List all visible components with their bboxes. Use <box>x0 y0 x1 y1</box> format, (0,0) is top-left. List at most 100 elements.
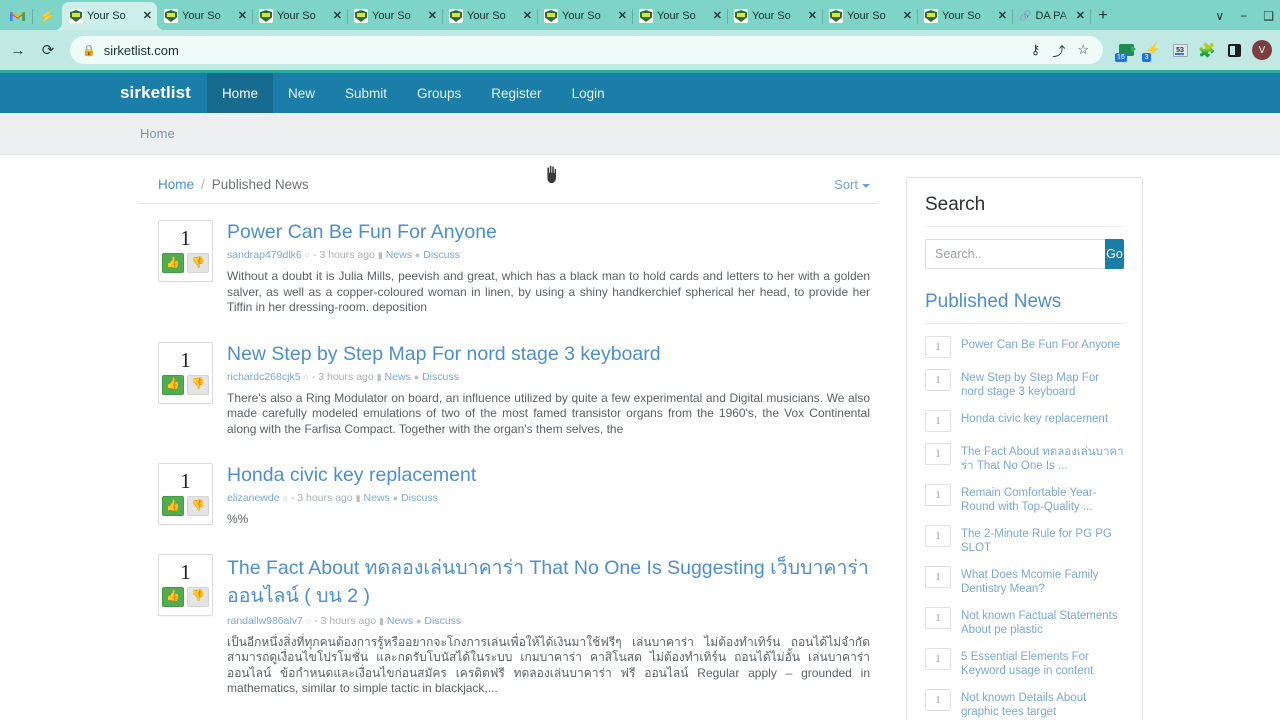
nav-item-home[interactable]: Home <box>206 73 273 113</box>
browser-tab-1[interactable]: Your So ✕ <box>55 2 164 30</box>
close-icon[interactable]: ✕ <box>808 10 817 22</box>
gmail-icon <box>9 11 25 22</box>
browser-tab-8[interactable]: Your So ✕ <box>727 2 823 30</box>
browser-tab-11[interactable]: 🔗 DA PA ✕ <box>1012 2 1091 30</box>
published-news-link[interactable]: The Fact About ทดลองเล่นบาคาร่า That No … <box>961 443 1124 473</box>
story-title[interactable]: Power Can Be Fun For Anyone <box>227 220 870 244</box>
nav-item-groups[interactable]: Groups <box>402 73 476 113</box>
published-news-link[interactable]: 5 Essential Elements For Keyword usage i… <box>961 648 1124 678</box>
side-panel-icon[interactable] <box>1225 41 1243 59</box>
forward-icon[interactable]: → <box>8 42 28 59</box>
published-news-item[interactable]: 1 Power Can Be Fun For Anyone <box>925 336 1124 358</box>
published-news-item[interactable]: 1 Not known Details About graphic tees t… <box>925 689 1124 719</box>
story-category[interactable]: News <box>387 615 413 627</box>
story-category[interactable]: News <box>386 249 412 261</box>
published-news-link[interactable]: Not known Factual Statements About pe pl… <box>961 607 1124 637</box>
url-text: sirketlist.com <box>103 42 179 58</box>
reload-icon[interactable]: ⟳ <box>38 41 58 59</box>
published-news-item[interactable]: 1 The 2-Minute Rule for PG PG SLOT <box>925 525 1124 555</box>
close-icon[interactable]: ✕ <box>238 10 247 22</box>
browser-tab-10[interactable]: Your So ✕ <box>917 2 1013 30</box>
site-brand[interactable]: sirketlist <box>120 73 207 113</box>
lightning-extension-icon[interactable]: ⚡ 3 <box>1142 41 1162 62</box>
puzzle-extension-icon[interactable]: 🧩 <box>1198 41 1216 59</box>
published-news-item[interactable]: 1 5 Essential Elements For Keyword usage… <box>925 648 1124 678</box>
published-news-link[interactable]: Honda civic key replacement <box>961 410 1108 426</box>
close-icon[interactable]: ✕ <box>998 10 1007 22</box>
story-discuss[interactable]: Discuss <box>424 615 461 627</box>
close-icon[interactable]: ✕ <box>523 10 532 22</box>
thumbs-down-icon[interactable]: 👎 <box>187 253 209 273</box>
story-title[interactable]: The Fact About ทดลองเล่นบาคาร่า That No … <box>227 554 870 610</box>
seo-meter-extension-icon[interactable]: 53 <box>1171 41 1189 59</box>
published-news-item[interactable]: 1 What Does Mcomie Family Dentistry Mean… <box>925 566 1124 596</box>
maximize-icon[interactable]: ❑ <box>1263 10 1274 22</box>
gmail-pinned-tab[interactable] <box>2 2 33 30</box>
search-go-button[interactable]: Go <box>1105 239 1124 269</box>
close-icon[interactable]: ✕ <box>618 10 627 22</box>
search-input[interactable] <box>925 239 1105 269</box>
thumbs-up-icon[interactable]: 👍 <box>162 374 184 395</box>
tab-search-icon[interactable]: ∨ <box>1215 10 1224 22</box>
story-category[interactable]: News <box>385 371 411 383</box>
close-icon[interactable]: ✕ <box>1076 10 1085 22</box>
published-news-link[interactable]: New Step by Step Map For nord stage 3 ke… <box>961 369 1124 399</box>
folder-icon: ▮ <box>355 493 361 503</box>
close-icon[interactable]: ✕ <box>143 10 152 22</box>
video-downloader-extension-icon[interactable]: 16 <box>1115 41 1136 62</box>
story-title[interactable]: Honda civic key replacement <box>227 463 870 487</box>
close-icon[interactable]: ✕ <box>713 10 722 22</box>
sort-button[interactable]: Sort <box>834 177 870 192</box>
browser-tab-5[interactable]: Your So ✕ <box>442 2 538 30</box>
thumbs-up-icon[interactable]: 👍 <box>162 253 184 273</box>
browser-tab-6[interactable]: Your So ✕ <box>537 2 633 30</box>
thumbs-up-icon[interactable]: 👍 <box>162 586 184 607</box>
published-news-link[interactable]: Not known Details About graphic tees tar… <box>961 689 1124 719</box>
story-author[interactable]: sandrap479dlk6 <box>227 249 302 261</box>
nav-item-new[interactable]: New <box>273 73 330 113</box>
thumbs-down-icon[interactable]: 👎 <box>187 586 209 607</box>
published-news-item[interactable]: 1 The Fact About ทดลองเล่นบาคาร่า That N… <box>925 443 1124 473</box>
story-author[interactable]: elizanewde <box>227 492 280 504</box>
story-discuss[interactable]: Discuss <box>423 249 460 261</box>
address-bar[interactable]: 🔒 sirketlist.com ⚷ ⤴ ☆ <box>70 36 1103 64</box>
close-icon[interactable]: ✕ <box>428 10 437 22</box>
nav-item-submit[interactable]: Submit <box>330 73 402 113</box>
story-title[interactable]: New Step by Step Map For nord stage 3 ke… <box>227 342 870 366</box>
story-author[interactable]: richardc268cjk5 <box>227 371 301 383</box>
share-icon[interactable]: ⤴ <box>1052 41 1065 60</box>
thumbs-up-icon[interactable]: 👍 <box>162 496 184 516</box>
story-category[interactable]: News <box>364 492 390 504</box>
tab-title: DA PA <box>1035 10 1068 22</box>
story-discuss[interactable]: Discuss <box>422 371 459 383</box>
published-news-link[interactable]: What Does Mcomie Family Dentistry Mean? <box>961 566 1124 596</box>
browser-tab-9[interactable]: Your So ✕ <box>822 2 918 30</box>
published-news-item[interactable]: 1 New Step by Step Map For nord stage 3 … <box>925 369 1124 399</box>
avatar[interactable]: V <box>1252 40 1272 60</box>
browser-tab-3[interactable]: Your So ✕ <box>252 2 348 30</box>
thumbs-down-icon[interactable]: 👎 <box>187 374 209 395</box>
nav-item-register[interactable]: Register <box>476 73 556 113</box>
close-icon[interactable]: ✕ <box>333 10 342 22</box>
password-key-icon[interactable]: ⚷ <box>1031 42 1041 58</box>
bookmark-star-icon[interactable]: ☆ <box>1077 42 1089 58</box>
published-news-item[interactable]: 1 Not known Factual Statements About pe … <box>925 607 1124 637</box>
close-icon[interactable]: ✕ <box>903 10 912 22</box>
published-news-link[interactable]: Remain Comfortable Year-Round with Top-Q… <box>961 484 1124 514</box>
browser-tab-7[interactable]: Your So ✕ <box>632 2 728 30</box>
breadcrumb-home[interactable]: Home <box>158 177 194 192</box>
new-tab-button[interactable]: + <box>1090 2 1116 30</box>
browser-tab-2[interactable]: Your So ✕ <box>157 2 253 30</box>
published-news-item[interactable]: 1 Honda civic key replacement <box>925 410 1124 432</box>
story-discuss[interactable]: Discuss <box>401 492 438 504</box>
minimize-icon[interactable]: − <box>1240 10 1247 22</box>
published-news-item[interactable]: 1 Remain Comfortable Year-Round with Top… <box>925 484 1124 514</box>
subbar-home-link[interactable]: Home <box>140 126 175 141</box>
vote-count: 1 <box>180 226 191 250</box>
nav-item-login[interactable]: Login <box>557 73 620 113</box>
browser-tab-4[interactable]: Your So ✕ <box>347 2 443 30</box>
story-author[interactable]: randallw986alv7 <box>227 615 303 627</box>
published-news-link[interactable]: The 2-Minute Rule for PG PG SLOT <box>961 525 1124 555</box>
published-news-link[interactable]: Power Can Be Fun For Anyone <box>961 336 1120 352</box>
thumbs-down-icon[interactable]: 👎 <box>187 496 209 516</box>
